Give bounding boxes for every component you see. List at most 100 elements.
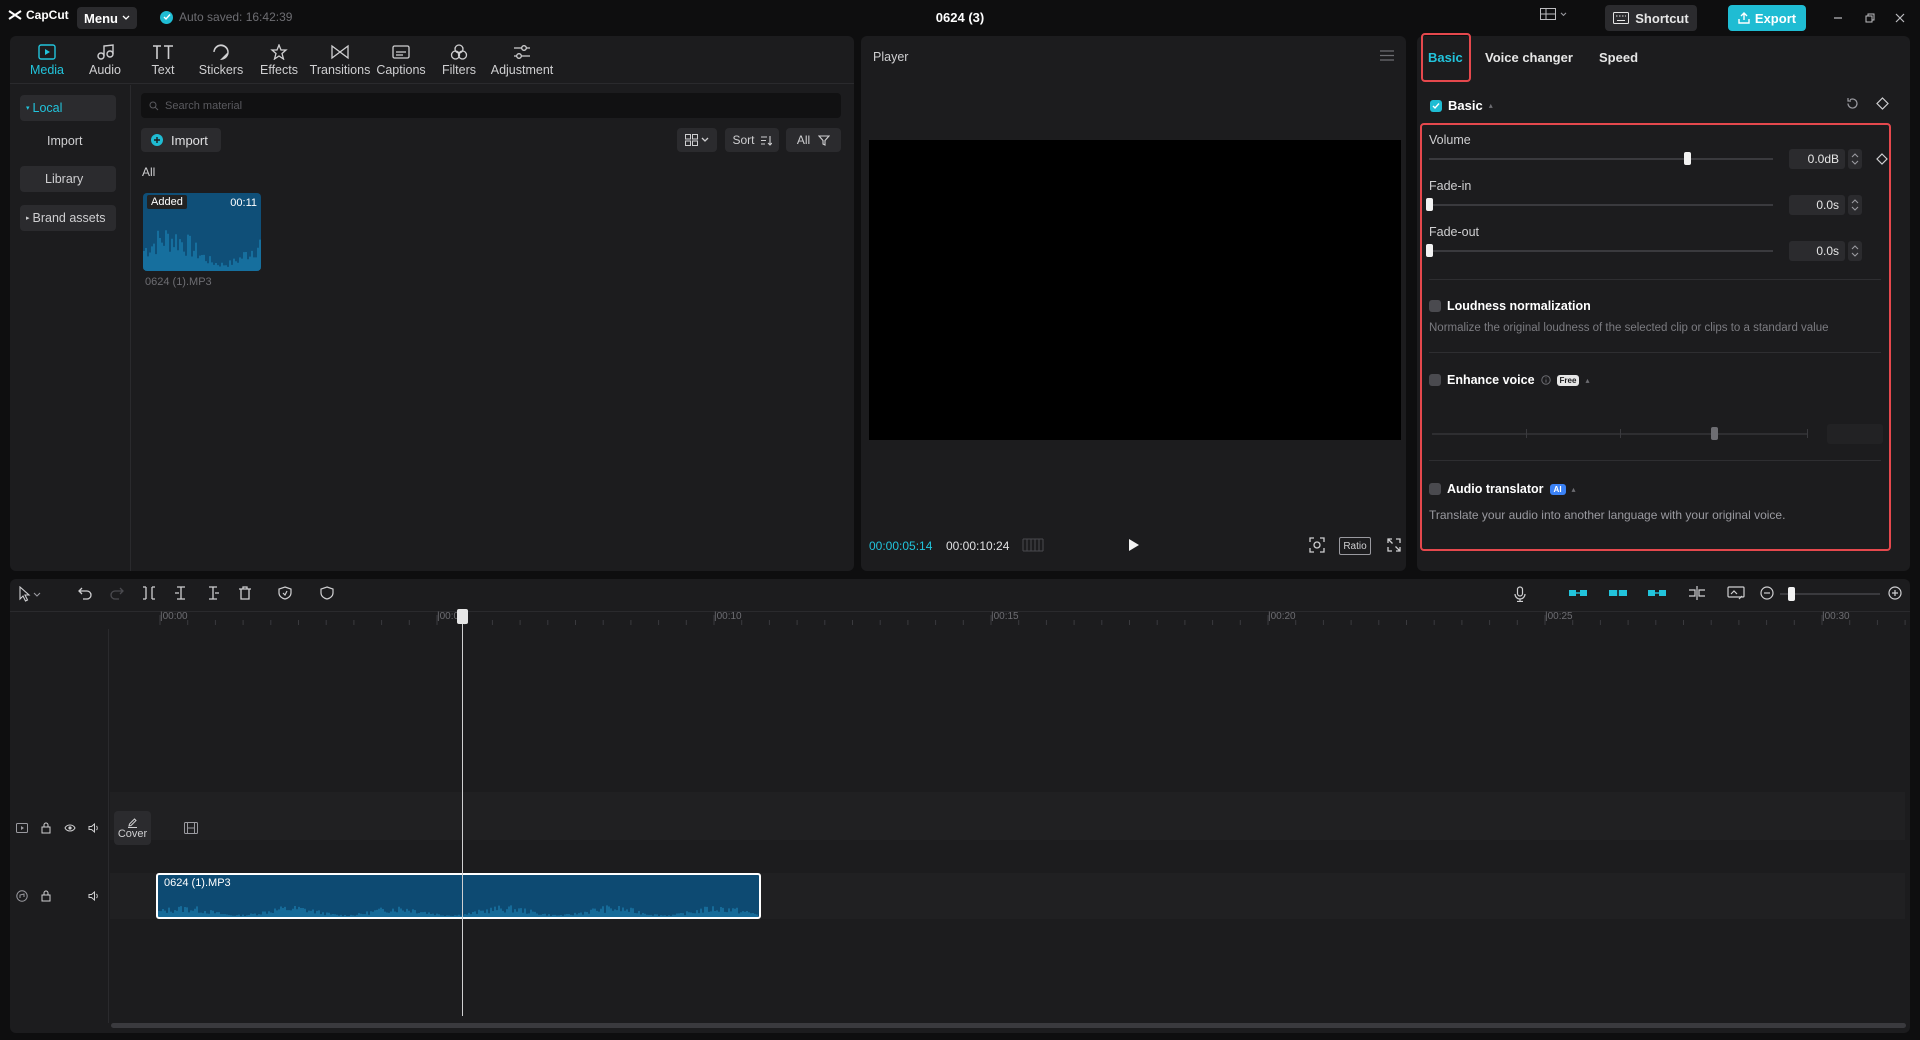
thumbnail-button[interactable] (1727, 586, 1745, 600)
menu-button[interactable]: Menu (77, 7, 137, 29)
fade-out-value-input[interactable]: 0.0s (1789, 241, 1845, 261)
playhead-line[interactable] (462, 611, 463, 1016)
enhance-voice-header[interactable]: Enhance voice Free ▴ (1429, 373, 1589, 387)
effects-icon (270, 43, 288, 60)
zoom-in-button[interactable] (1888, 586, 1902, 600)
keyframe-button[interactable] (1876, 97, 1889, 110)
main-track-magnet-button[interactable] (1568, 586, 1588, 600)
video-track-toggle[interactable] (16, 822, 28, 834)
filter-button[interactable]: All (786, 128, 841, 152)
volume-value-input[interactable]: 0.0dB (1789, 149, 1845, 169)
layout-button[interactable] (1540, 8, 1567, 20)
fade-out-slider-track[interactable] (1429, 250, 1773, 252)
volume-stepper[interactable] (1848, 149, 1862, 169)
fade-in-slider-track[interactable] (1429, 204, 1773, 206)
fade-in-stepper[interactable] (1848, 195, 1862, 215)
tab-adjustment[interactable]: Adjustment (488, 36, 556, 84)
reset-button[interactable] (1846, 97, 1859, 110)
video-visibility-button[interactable] (64, 823, 76, 833)
timecode-grid-icon[interactable] (1022, 538, 1044, 552)
auto-snap-button[interactable] (1608, 586, 1628, 600)
fade-in-slider-handle[interactable] (1426, 198, 1433, 211)
media-clip-thumbnail[interactable]: Added 00:11 (143, 193, 261, 271)
audio-track-toggle[interactable] (16, 890, 28, 902)
restore-button[interactable] (1860, 9, 1880, 27)
shortcut-button[interactable]: Shortcut (1605, 5, 1697, 31)
delete-button[interactable] (238, 586, 252, 600)
sidebar-item-library[interactable]: Library (20, 166, 116, 192)
shield-button[interactable] (320, 586, 334, 600)
search-input[interactable]: Search material (141, 93, 841, 118)
import-button[interactable]: Import (141, 128, 221, 152)
loudness-normalization-header[interactable]: Loudness normalization (1429, 299, 1591, 313)
tab-captions[interactable]: Captions (372, 36, 430, 84)
audio-clip[interactable]: 0624 (1).MP3 (156, 873, 761, 919)
sort-button[interactable]: Sort (725, 128, 779, 152)
loudness-checkbox[interactable] (1429, 300, 1441, 312)
cover-label: Cover (117, 827, 148, 840)
play-button[interactable] (1128, 538, 1140, 552)
volume-keyframe-button[interactable] (1876, 153, 1888, 165)
split-left-button[interactable] (174, 586, 188, 600)
basic-section-header[interactable]: Basic ▴ (1430, 98, 1493, 113)
zoom-out-button[interactable] (1760, 586, 1774, 600)
tab-stickers[interactable]: Stickers (192, 36, 250, 84)
zoom-slider-handle[interactable] (1788, 587, 1795, 601)
fade-out-slider-handle[interactable] (1426, 244, 1433, 257)
undo-button[interactable] (78, 586, 92, 600)
preview-axis-button[interactable] (1688, 586, 1706, 600)
tab-filters[interactable]: Filters (430, 36, 488, 84)
loudness-description: Normalize the original loudness of the s… (1429, 322, 1829, 334)
audio-translator-checkbox[interactable] (1429, 483, 1441, 495)
tab-speed[interactable]: Speed (1599, 50, 1638, 65)
playhead-handle[interactable] (457, 609, 468, 624)
sidebar-item-local[interactable]: ▾ Local (20, 95, 116, 121)
record-button[interactable] (1514, 586, 1526, 602)
keyframe-diamond-icon (1876, 153, 1888, 165)
export-label: Export (1754, 10, 1797, 26)
linkage-button[interactable] (1647, 586, 1667, 600)
fade-in-value-input[interactable]: 0.0s (1789, 195, 1845, 215)
keyboard-icon (1613, 12, 1630, 24)
audio-translator-header[interactable]: Audio translator AI ▴ (1429, 482, 1576, 496)
enhance-voice-checkbox[interactable] (1429, 374, 1441, 386)
sidebar-item-brand-assets[interactable]: ▸ Brand assets (20, 205, 116, 231)
tab-audio[interactable]: Audio (76, 36, 134, 84)
autosave-text: Auto saved: 16:42:39 (179, 10, 293, 24)
timeline-scrollbar[interactable] (111, 1023, 1906, 1028)
export-button[interactable]: Export (1728, 5, 1806, 31)
audio-mute-button[interactable] (88, 891, 100, 901)
select-tool-button[interactable] (18, 586, 42, 602)
mark-button[interactable] (278, 586, 292, 600)
player-menu-button[interactable] (1380, 50, 1394, 61)
volume-slider-track[interactable] (1429, 158, 1773, 160)
tab-media[interactable]: Media (18, 36, 76, 84)
view-mode-button[interactable] (677, 128, 717, 152)
close-button[interactable] (1890, 9, 1910, 27)
zoom-fit-button[interactable] (1309, 537, 1325, 553)
timeline-ruler[interactable] (130, 611, 1910, 629)
cover-button[interactable]: Cover (114, 811, 151, 845)
tab-label: Adjustment (490, 62, 554, 77)
sidebar-item-import[interactable]: Import (20, 128, 116, 154)
video-lock-button[interactable] (41, 822, 51, 834)
video-track[interactable] (110, 792, 1905, 840)
fullscreen-button[interactable] (1387, 538, 1401, 552)
split-right-button[interactable] (206, 586, 220, 600)
volume-slider-handle[interactable] (1684, 152, 1691, 165)
redo-button[interactable] (110, 586, 124, 600)
ratio-button[interactable]: Ratio (1339, 537, 1371, 555)
tab-effects[interactable]: Effects (250, 36, 308, 84)
fade-out-stepper[interactable] (1848, 241, 1862, 261)
tab-text[interactable]: Text (134, 36, 192, 84)
tab-transitions[interactable]: Transitions (308, 36, 372, 84)
audio-lock-button[interactable] (41, 890, 51, 902)
tab-voice-changer[interactable]: Voice changer (1485, 50, 1573, 65)
minimize-button[interactable] (1828, 9, 1848, 27)
video-mute-button[interactable] (88, 823, 100, 833)
section-label: All (142, 165, 156, 179)
total-time: 00:00:10:24 (946, 539, 1010, 553)
basic-checkbox[interactable] (1430, 99, 1442, 112)
zoom-slider-track[interactable] (1780, 593, 1880, 595)
split-button[interactable] (142, 586, 156, 600)
